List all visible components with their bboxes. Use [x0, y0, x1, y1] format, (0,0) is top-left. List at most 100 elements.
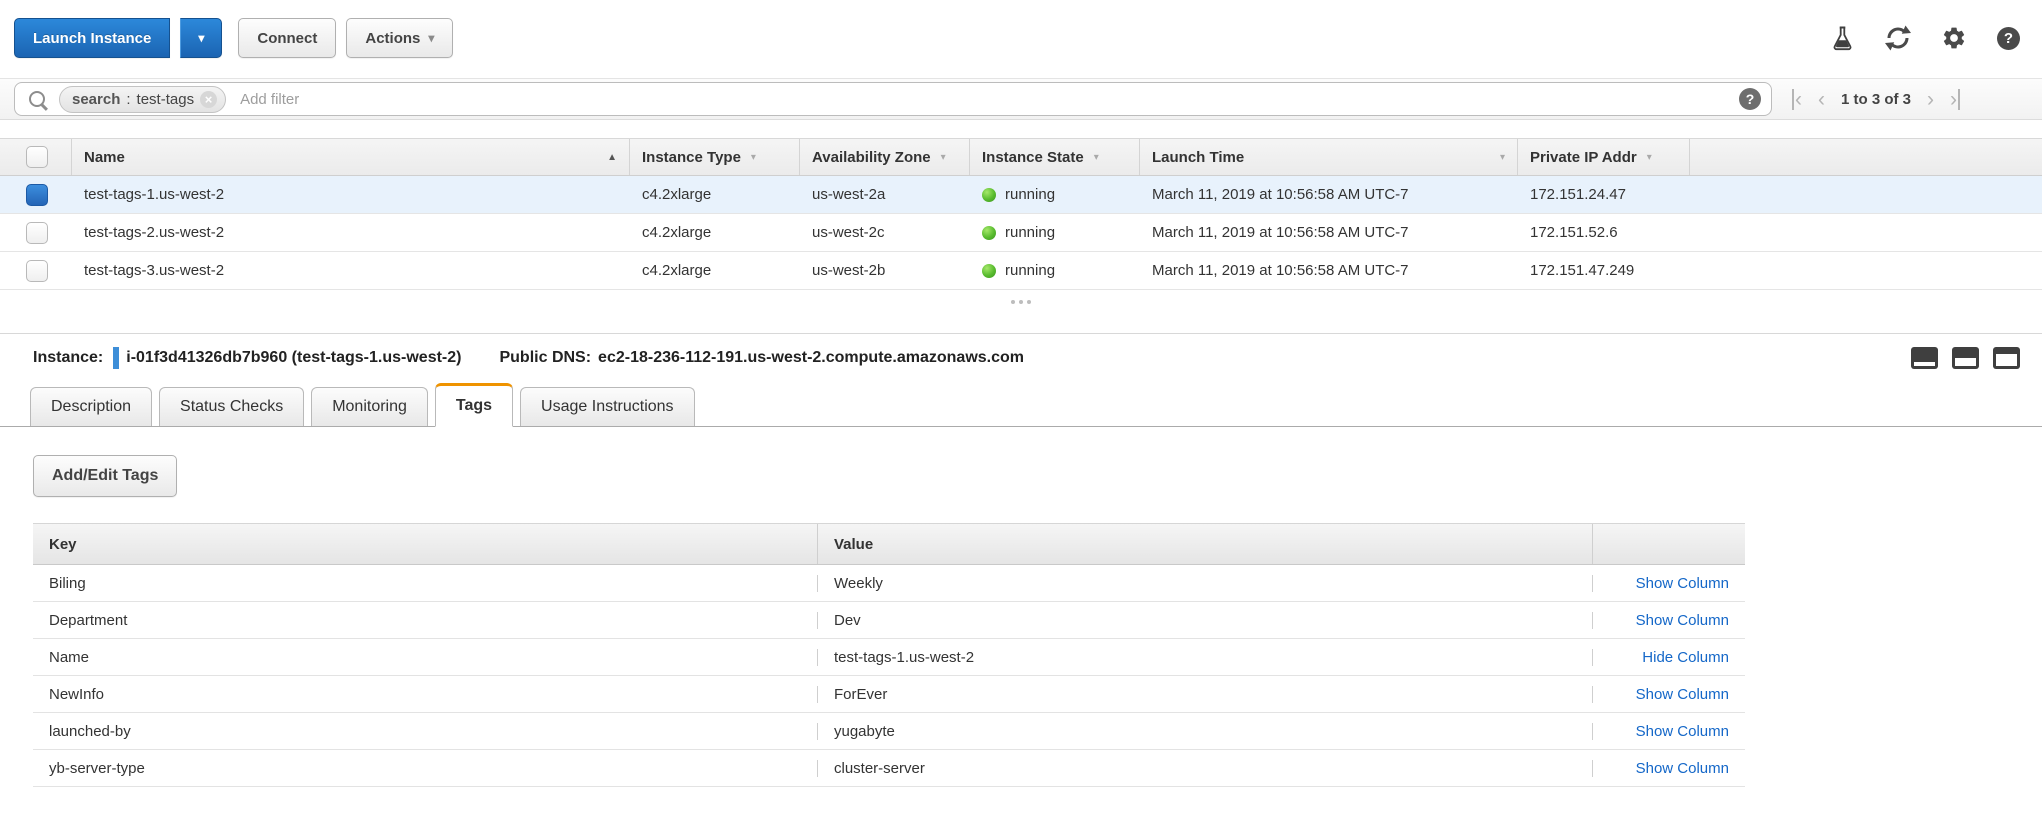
status-label: running: [1005, 186, 1055, 203]
cell-private-ip: 172.151.52.6: [1518, 224, 1690, 241]
table-row[interactable]: test-tags-3.us-west-2 c4.2xlarge us-west…: [0, 252, 2042, 290]
column-header-private-ip[interactable]: Private IP Addr ▾: [1518, 139, 1690, 175]
cell-availability-zone: us-west-2a: [800, 186, 970, 203]
tab-monitoring[interactable]: Monitoring: [311, 387, 428, 426]
connect-button[interactable]: Connect: [238, 18, 336, 58]
refresh-icon[interactable]: [1885, 25, 1911, 51]
tag-value: cluster-server: [818, 760, 1593, 777]
launch-instance-caret-button[interactable]: ▾: [180, 18, 222, 58]
column-header-availability-zone[interactable]: Availability Zone ▾: [800, 139, 970, 175]
filter-tag-close-icon[interactable]: ×: [200, 91, 217, 108]
add-filter-placeholder[interactable]: Add filter: [240, 91, 299, 108]
cell-availability-zone: us-west-2c: [800, 224, 970, 241]
search-input[interactable]: search : test-tags × Add filter ?: [14, 82, 1772, 116]
pagination-next-button[interactable]: ›: [1927, 89, 1934, 110]
cell-availability-zone: us-west-2b: [800, 262, 970, 279]
column-header-instance-type[interactable]: Instance Type ▾: [630, 139, 800, 175]
cell-instance-state: running: [970, 224, 1140, 241]
add-edit-tags-button[interactable]: Add/Edit Tags: [33, 455, 177, 497]
table-row[interactable]: test-tags-2.us-west-2 c4.2xlarge us-west…: [0, 214, 2042, 252]
column-header-instance-state[interactable]: Instance State ▾: [970, 139, 1140, 175]
table-row[interactable]: test-tags-1.us-west-2 c4.2xlarge us-west…: [0, 176, 2042, 214]
select-all-cell: [0, 139, 72, 175]
filter-caret-icon: ▾: [1094, 152, 1099, 163]
labs-flask-icon[interactable]: [1829, 25, 1855, 51]
status-label: running: [1005, 262, 1055, 279]
instance-detail-header: Instance: i-01f3d41326db7b960 (test-tags…: [0, 334, 2042, 375]
sort-asc-icon: ▲: [607, 152, 617, 163]
filter-tag-value: test-tags: [137, 91, 195, 108]
column-header-private-ip-label: Private IP Addr: [1530, 149, 1637, 166]
text-cursor-bar: [113, 347, 119, 369]
filter-tag[interactable]: search : test-tags ×: [59, 86, 226, 113]
status-running-icon: [982, 264, 996, 278]
select-all-checkbox[interactable]: [26, 146, 48, 168]
splitter-drag-handle[interactable]: [1011, 300, 1031, 304]
column-header-name[interactable]: Name ▲: [72, 139, 630, 175]
public-dns-group: Public DNS: ec2-18-236-112-191.us-west-2…: [499, 349, 1024, 367]
column-header-spacer: [1690, 139, 2042, 175]
launch-instance-button[interactable]: Launch Instance: [14, 18, 170, 58]
cell-instance-state: running: [970, 186, 1140, 203]
cell-name: test-tags-3.us-west-2: [72, 262, 630, 279]
panel-splitter: [0, 290, 2042, 334]
show-column-link[interactable]: Show Column: [1636, 723, 1729, 740]
row-checkbox[interactable]: [26, 222, 48, 244]
show-column-link[interactable]: Show Column: [1636, 760, 1729, 777]
show-column-link[interactable]: Show Column: [1636, 612, 1729, 629]
tab-status-checks[interactable]: Status Checks: [159, 387, 304, 426]
row-checkbox-cell: [0, 222, 72, 244]
tags-tab-content: Add/Edit Tags Key Value Biling Weekly Sh…: [0, 427, 2042, 787]
cell-private-ip: 172.151.24.47: [1518, 186, 1690, 203]
toolbar-icon-group: ?: [1829, 25, 2020, 51]
filter-help-icon[interactable]: ?: [1739, 88, 1761, 110]
pane-layout-medium-icon[interactable]: [1952, 347, 1979, 369]
tag-value: Weekly: [818, 575, 1593, 592]
tab-description[interactable]: Description: [30, 387, 152, 426]
tag-row: Department Dev Show Column: [33, 602, 1745, 639]
tag-key: launched-by: [33, 723, 818, 740]
public-dns-label: Public DNS:: [499, 349, 591, 367]
tab-usage-instructions[interactable]: Usage Instructions: [520, 387, 695, 426]
instances-table-header: Name ▲ Instance Type ▾ Availability Zone…: [0, 138, 2042, 176]
help-icon[interactable]: ?: [1997, 27, 2020, 50]
tags-column-value: Value: [818, 524, 1593, 564]
row-checkbox[interactable]: [26, 184, 48, 206]
cell-name: test-tags-1.us-west-2: [72, 186, 630, 203]
pagination-last-button[interactable]: ›: [1950, 89, 1960, 110]
show-column-link[interactable]: Show Column: [1636, 575, 1729, 592]
filter-tag-field: search: [72, 91, 120, 108]
pagination-prev-button[interactable]: ‹: [1818, 89, 1825, 110]
caret-down-icon: ▾: [428, 31, 434, 45]
pagination-first-button[interactable]: ‹: [1792, 89, 1802, 110]
tag-key: Department: [33, 612, 818, 629]
status-running-icon: [982, 188, 996, 202]
column-header-name-label: Name: [84, 149, 125, 166]
hide-column-link[interactable]: Hide Column: [1642, 649, 1729, 666]
instance-label: Instance:: [33, 349, 103, 367]
pane-layout-toggle-group: [1911, 347, 2020, 369]
cell-instance-type: c4.2xlarge: [630, 224, 800, 241]
search-icon: [29, 91, 45, 107]
cell-instance-type: c4.2xlarge: [630, 262, 800, 279]
pagination-label: 1 to 3 of 3: [1841, 91, 1911, 108]
tab-tags[interactable]: Tags: [435, 383, 513, 427]
actions-button-label: Actions: [365, 30, 420, 47]
cell-instance-state: running: [970, 262, 1140, 279]
pane-layout-small-icon[interactable]: [1911, 347, 1938, 369]
tag-key: yb-server-type: [33, 760, 818, 777]
tags-table: Key Value Biling Weekly Show Column Depa…: [33, 523, 1745, 787]
tags-column-action: [1593, 524, 1745, 564]
tag-key: Name: [33, 649, 818, 666]
tag-value: test-tags-1.us-west-2: [818, 649, 1593, 666]
tag-row: yb-server-type cluster-server Show Colum…: [33, 750, 1745, 787]
tag-value: ForEver: [818, 686, 1593, 703]
column-header-launch-time[interactable]: Launch Time ▾: [1140, 139, 1518, 175]
settings-gear-icon[interactable]: [1941, 25, 1967, 51]
status-label: running: [1005, 224, 1055, 241]
show-column-link[interactable]: Show Column: [1636, 686, 1729, 703]
pane-layout-large-icon[interactable]: [1993, 347, 2020, 369]
actions-button[interactable]: Actions ▾: [346, 18, 453, 58]
row-checkbox[interactable]: [26, 260, 48, 282]
cell-instance-type: c4.2xlarge: [630, 186, 800, 203]
